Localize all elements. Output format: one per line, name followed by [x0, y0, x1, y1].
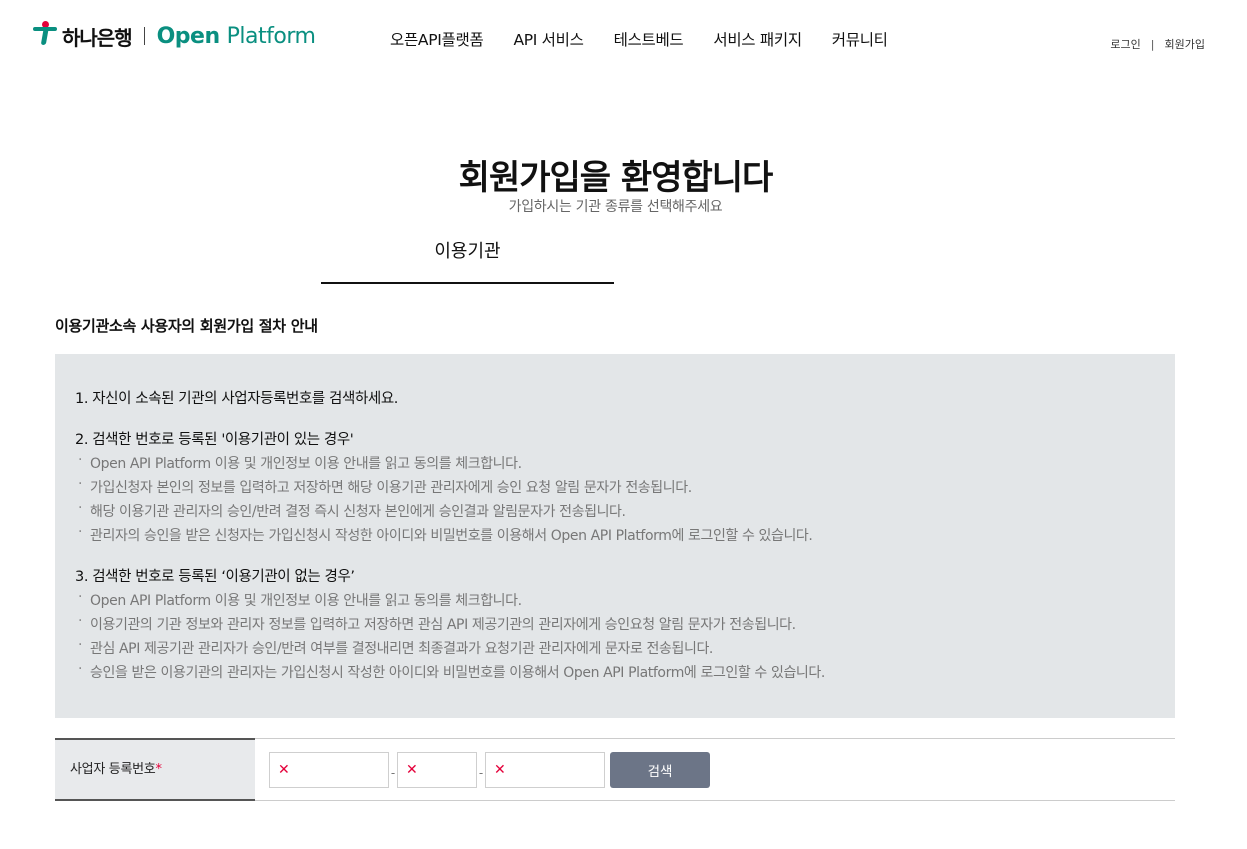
label-text: 사업자 등록번호 [70, 762, 156, 777]
step-title: 3. 검색한 번호로 등록된 ‘이용기관이 없는 경우’ [75, 569, 355, 585]
nav-item-testbed[interactable]: 테스트베드 [614, 28, 684, 50]
page-subtitle: 가입하시는 기관 종류를 선택해주세요 [508, 199, 723, 215]
tab-user-organization[interactable]: 이용기관 [321, 238, 614, 284]
step-bullets: Open API Platform 이용 및 개인정보 이용 안내를 읽고 동의… [75, 448, 1155, 548]
business-number-row: 사업자 등록번호* ✕ - ✕ - ✕ 검색 [55, 738, 1175, 801]
step-title: 1. 자신이 소속된 기관의 사업자등록번호를 검색하세요. [75, 391, 398, 407]
logo-text-kr: 하나은행 [62, 25, 133, 50]
section-heading: 이용기관소속 사용자의 회원가입 절차 안내 [55, 317, 318, 335]
signup-guide-box: 1. 자신이 소속된 기관의 사업자등록번호를 검색하세요. 2. 검색한 번호… [55, 354, 1175, 718]
util-separator: | [1150, 37, 1155, 51]
main-nav: 오픈API플랫폼 API 서비스 테스트베드 서비스 패키지 커뮤니티 [390, 28, 918, 50]
logo-platform-text: Platform [226, 23, 316, 49]
login-link[interactable]: 로그인 [1110, 36, 1140, 52]
business-number-label: 사업자 등록번호* [55, 738, 255, 801]
nav-item-service-package[interactable]: 서비스 패키지 [713, 28, 802, 50]
nav-item-community[interactable]: 커뮤니티 [832, 28, 888, 50]
hana-bank-logo[interactable]: 하나은행 Open Platform [30, 20, 316, 52]
logo-open-text: Open [156, 23, 221, 49]
list-item: 승인을 받은 이용기관의 관리자는 가입신청시 작성한 아이디와 비밀번호를 이… [75, 657, 1155, 685]
list-item: 관리자의 승인을 받은 신청자는 가입신청시 작성한 아이디와 비밀번호를 이용… [75, 520, 1155, 548]
invalid-x-icon: ✕ [406, 762, 418, 778]
step-3: 3. 검색한 번호로 등록된 ‘이용기관이 없는 경우’ Open API Pl… [75, 565, 1155, 685]
list-item: 해당 이용기관 관리자의 승인/반려 결정 즉시 신청자 본인에게 승인결과 알… [75, 496, 1155, 524]
nav-item-api-service[interactable]: API 서비스 [513, 28, 583, 50]
dash-separator: - [478, 766, 484, 780]
list-item: 이용기관의 기관 정보와 관리자 정보를 입력하고 저장하면 관심 API 제공… [75, 609, 1155, 637]
hana-logo-icon [30, 21, 60, 51]
business-number-inputs: ✕ - ✕ - ✕ 검색 [269, 752, 710, 788]
list-item: 가입신청자 본인의 정보를 입력하고 저장하면 해당 이용기관 관리자에게 승인… [75, 472, 1155, 500]
nav-item-open-api-platform[interactable]: 오픈API플랫폼 [390, 28, 484, 50]
signup-link[interactable]: 회원가입 [1165, 36, 1205, 52]
logo-divider [143, 27, 145, 45]
step-bullets: Open API Platform 이용 및 개인정보 이용 안내를 읽고 동의… [75, 585, 1155, 685]
business-number-field-3-wrap: ✕ [485, 752, 605, 788]
step-title: 2. 검색한 번호로 등록된 '이용기관이 있는 경우' [75, 432, 354, 448]
dash-separator: - [390, 766, 396, 780]
tab-label: 이용기관 [434, 241, 501, 262]
list-item: Open API Platform 이용 및 개인정보 이용 안내를 읽고 동의… [75, 448, 1155, 476]
list-item: 관심 API 제공기관 관리자가 승인/반려 여부를 결정내리면 최종결과가 요… [75, 633, 1155, 661]
list-item: Open API Platform 이용 및 개인정보 이용 안내를 읽고 동의… [75, 585, 1155, 613]
business-number-field-2-wrap: ✕ [397, 752, 477, 788]
business-number-field-1-wrap: ✕ [269, 752, 389, 788]
page-title: 회원가입을 환영합니다 [458, 158, 774, 198]
invalid-x-icon: ✕ [278, 762, 290, 778]
step-1: 1. 자신이 소속된 기관의 사업자등록번호를 검색하세요. [75, 387, 1155, 411]
required-mark: * [155, 762, 162, 777]
step-2: 2. 검색한 번호로 등록된 '이용기관이 있는 경우' Open API Pl… [75, 428, 1155, 548]
search-button[interactable]: 검색 [610, 752, 710, 788]
invalid-x-icon: ✕ [494, 762, 506, 778]
utility-menu: 로그인 | 회원가입 [1110, 36, 1205, 52]
